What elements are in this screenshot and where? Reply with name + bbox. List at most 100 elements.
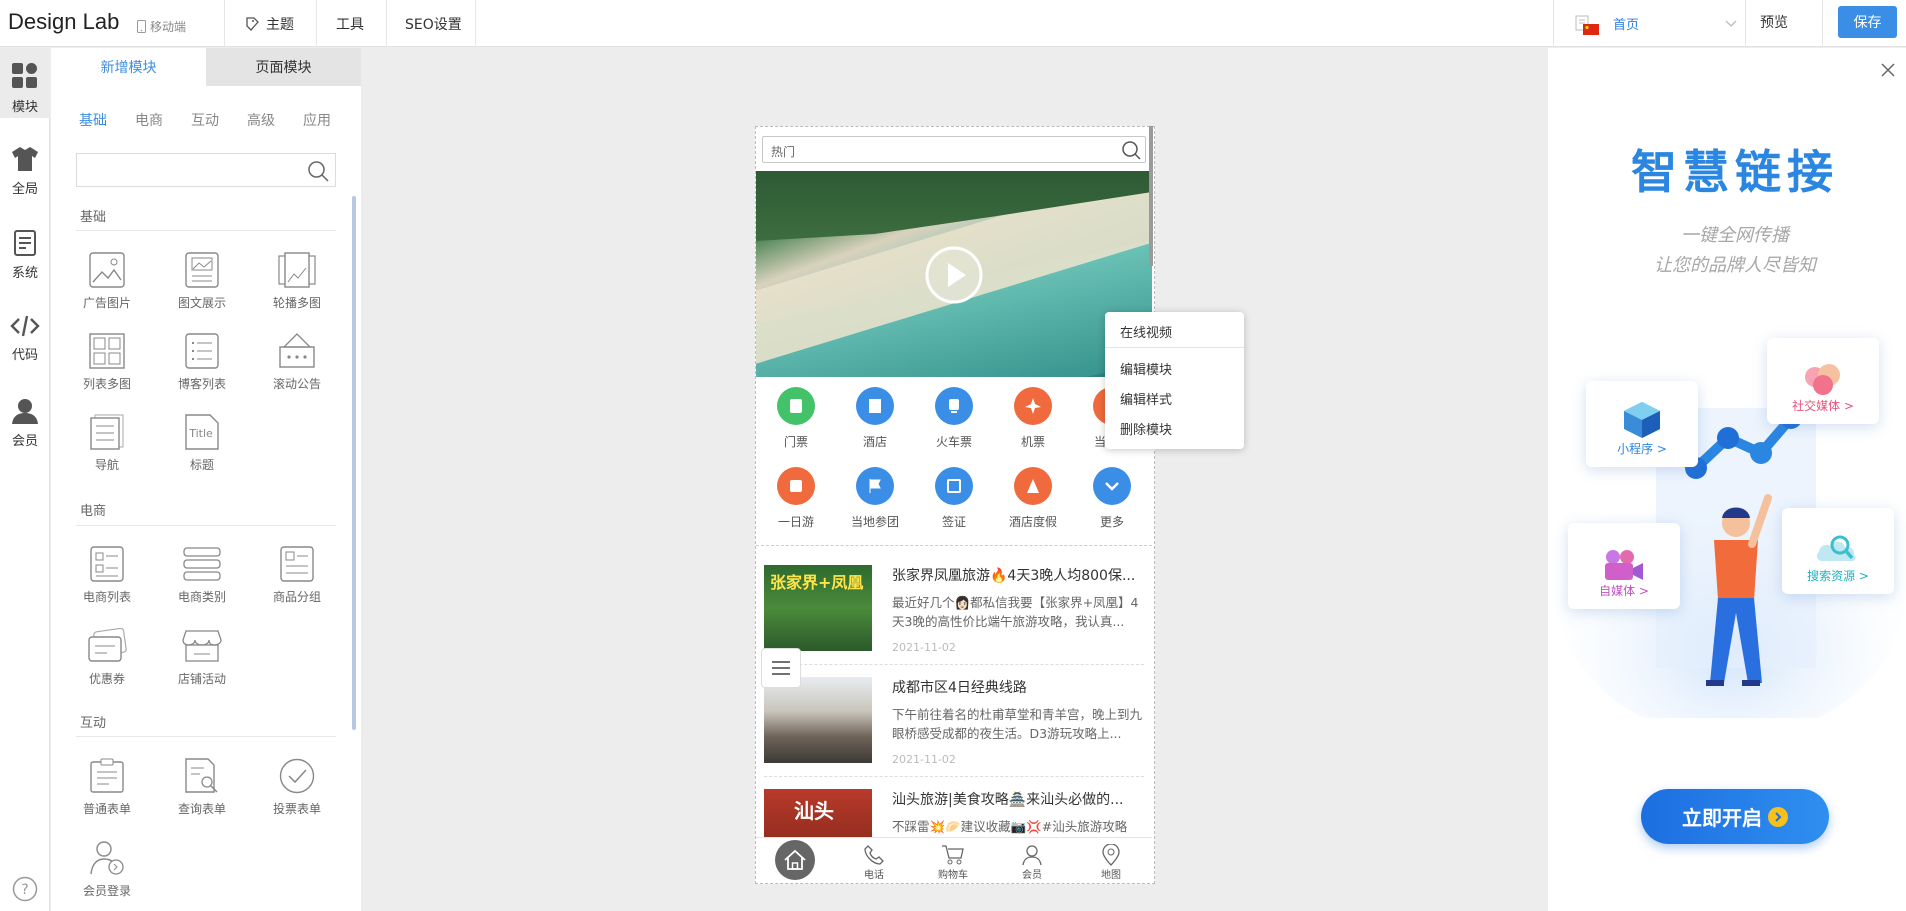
start-now-button[interactable]: 立即开启 (1641, 789, 1829, 844)
arrow-right-icon (1768, 806, 1788, 827)
nav-global[interactable]: 全局 (0, 132, 50, 202)
module-label: 商品分组 (272, 590, 321, 604)
cta-label: 立即开启 (1682, 806, 1762, 830)
divider (756, 545, 1152, 546)
video-banner[interactable] (756, 171, 1152, 377)
tab-member[interactable]: 会员 (1002, 844, 1062, 881)
card-mini-program[interactable]: 小程序 > (1586, 381, 1698, 467)
tab-cart[interactable]: 购物车 (923, 844, 983, 881)
grid-label: 一日游 (777, 515, 814, 529)
card-label: 自媒体 > (1599, 584, 1649, 598)
module-search-input[interactable] (76, 153, 336, 187)
grid-item[interactable]: 火车票 (914, 387, 994, 450)
train-icon (935, 387, 973, 425)
category-tab[interactable]: 电商 (135, 110, 191, 130)
grid-item[interactable]: 机票 (993, 387, 1073, 450)
search-icon[interactable] (1121, 140, 1141, 160)
china-flag-icon (1583, 24, 1599, 35)
phone-search-input[interactable]: 热门 (762, 136, 1146, 163)
module-image-text[interactable]: 图文展示 (162, 252, 242, 311)
module-ecommerce-list[interactable]: 电商列表 (67, 546, 147, 605)
module-member-login[interactable]: 会员登录 (67, 840, 147, 899)
module-shop-activity[interactable]: 店铺活动 (162, 628, 242, 687)
module-label: 导航 (94, 458, 119, 472)
nav-modules[interactable]: 模块 (0, 48, 50, 118)
preview-button[interactable]: 预览 (1760, 12, 1788, 32)
menu-tools[interactable]: 工具 (336, 0, 364, 47)
card-social-media[interactable]: 社交媒体 > (1767, 338, 1879, 424)
grid-item[interactable]: 更多 (1072, 467, 1152, 530)
module-carousel[interactable]: 轮播多图 (257, 252, 337, 311)
save-button[interactable]: 保存 (1838, 6, 1897, 38)
module-query-form[interactable]: 查询表单 (162, 758, 242, 817)
menu-seo[interactable]: SEO设置 (405, 0, 462, 47)
article-desc: 最近好几个👩🏻都私信我要【张家界+凤凰】4天3晚的高性价比端午旅游攻略，我认真.… (892, 595, 1139, 629)
help-icon[interactable]: ? (12, 876, 38, 902)
close-icon[interactable] (1880, 62, 1896, 78)
menu-item-delete-module[interactable]: 删除模块 (1120, 419, 1172, 438)
play-icon[interactable] (924, 245, 984, 305)
category-tab[interactable]: 互动 (191, 110, 247, 130)
module-product-group[interactable]: 商品分组 (257, 546, 337, 605)
panel-scrollbar[interactable] (352, 196, 356, 730)
grid-item[interactable]: 签证 (914, 467, 994, 530)
grid-item[interactable]: 酒店 (835, 387, 915, 450)
menu-item-edit-module[interactable]: 编辑模块 (1120, 359, 1172, 378)
home-tab[interactable] (775, 840, 815, 880)
grid-item[interactable]: 一日游 (756, 467, 836, 530)
location-pin-icon (1102, 844, 1120, 866)
category-tab[interactable]: 高级 (247, 110, 303, 130)
tab-add-module[interactable]: 新增模块 (51, 48, 206, 86)
nav-code[interactable]: 代码 (0, 300, 50, 370)
article-item[interactable]: 成都市区4日经典线路 下午前往着名的杜甫草堂和青羊宫，晚上到九眼桥感受成都的夜生… (764, 677, 1144, 787)
card-search-resources[interactable]: 搜索资源 > (1782, 508, 1894, 594)
modules-icon (12, 63, 37, 88)
menu-toggle-button[interactable] (761, 648, 801, 688)
article-item[interactable]: 张家界+凤凰 张家界凤凰旅游🔥4天3晚人均800保... 最近好几个👩🏻都私信我… (764, 565, 1144, 675)
module-coupon[interactable]: 优惠券 (67, 628, 147, 687)
menu-item-edit-style[interactable]: 编辑样式 (1120, 389, 1172, 408)
tab-phone[interactable]: 电话 (844, 844, 904, 881)
module-title[interactable]: Title 标题 (162, 414, 242, 473)
notice-board-icon (279, 333, 315, 368)
nav-member[interactable]: 会员 (0, 384, 50, 454)
module-ecommerce-category[interactable]: 电商类别 (162, 546, 242, 605)
page-select[interactable]: 首页 (1575, 0, 1737, 47)
module-vote-form[interactable]: 投票表单 (257, 758, 337, 817)
divider (1822, 0, 1823, 47)
grid-item[interactable]: 门票 (756, 387, 836, 450)
hotel-icon (856, 387, 894, 425)
divider (316, 0, 317, 47)
cart-icon (942, 845, 964, 865)
tab-map[interactable]: 地图 (1081, 844, 1141, 881)
module-blog-list[interactable]: 博客列表 (162, 333, 242, 392)
module-scroll-notice[interactable]: 滚动公告 (257, 333, 337, 392)
group-icon (280, 546, 314, 582)
grid-item[interactable]: 当地参团 (835, 467, 915, 530)
tab-page-module[interactable]: 页面模块 (206, 48, 361, 86)
promo-title: 智慧链接 (1631, 145, 1839, 199)
search-icon[interactable] (307, 160, 329, 182)
category-tab[interactable]: 应用 (303, 110, 359, 130)
image-icon (89, 252, 125, 288)
module-label: 电商类别 (177, 590, 226, 604)
module-normal-form[interactable]: 普通表单 (67, 758, 147, 817)
check-circle-icon (279, 758, 315, 794)
nav-system-label: 系统 (11, 266, 38, 281)
phone-scrollbar[interactable] (1149, 126, 1153, 266)
home-icon (784, 849, 806, 870)
category-grid: 门票 酒店 火车票 机票 当地游 一日游 当地参团 签证 酒店度假 更多 (756, 381, 1152, 541)
nav-system[interactable]: 系统 (0, 216, 50, 286)
module-label: 列表多图 (82, 377, 131, 391)
mobile-switch[interactable]: 移动端 (137, 18, 186, 35)
module-ad-image[interactable]: 广告图片 (67, 252, 147, 311)
category-tab[interactable]: 基础 (79, 110, 135, 130)
grid-item[interactable]: 酒店度假 (993, 467, 1073, 530)
menu-theme[interactable]: 主题 (244, 0, 294, 47)
section-title: 基础 (80, 210, 107, 225)
module-navigation[interactable]: 导航 (67, 414, 147, 473)
menu-item-online-video[interactable]: 在线视频 (1120, 322, 1172, 341)
card-self-media[interactable]: 自媒体 > (1568, 523, 1680, 609)
grid-label: 签证 (941, 515, 966, 529)
module-list-multi-image[interactable]: 列表多图 (67, 333, 147, 392)
